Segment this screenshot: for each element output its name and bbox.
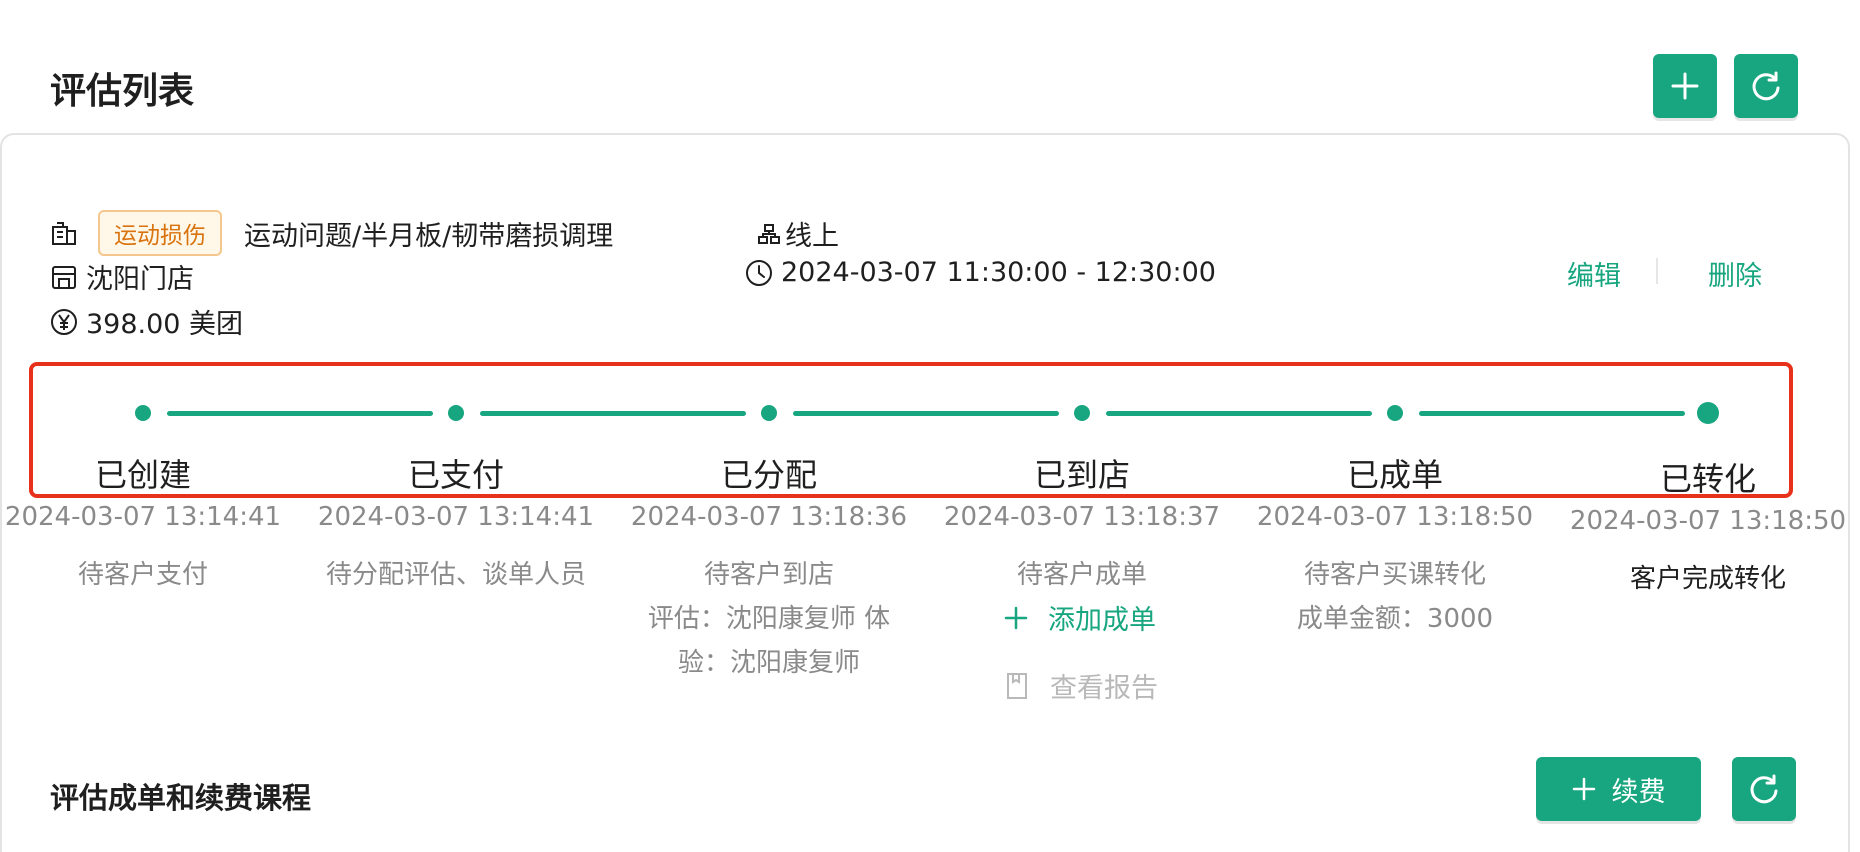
deal-amount: 成单金额：3000 [1296, 604, 1494, 634]
time-row: 2024-03-07 11:30:00 - 12:30:00 [745, 257, 1216, 288]
step-desc-1: 待客户支付 [77, 560, 209, 590]
step-desc-6: 客户完成转化 [1629, 564, 1787, 594]
step-time-4: 2024-03-07 13:18:37 [943, 502, 1221, 532]
store-name: 沈阳门店 [86, 264, 194, 295]
step-time-3: 2024-03-07 13:18:36 [630, 502, 908, 532]
step-desc-4: 待客户成单 [1016, 560, 1148, 590]
refresh-icon [1752, 71, 1780, 101]
step-time-6: 2024-03-07 13:18:50 [1569, 506, 1847, 536]
add-deal-link[interactable]: 添加成单 [1004, 598, 1156, 637]
add-deal-label: 添加成单 [1048, 605, 1156, 636]
building-icon [50, 219, 78, 247]
view-report-label: 查看报告 [1050, 673, 1158, 704]
plus-icon [1671, 72, 1699, 100]
step-assignee-line-2: 验：沈阳康复师 [677, 648, 861, 678]
network-icon [757, 222, 781, 246]
category-tag: 运动损伤 [98, 210, 222, 256]
yen-icon [50, 308, 78, 336]
refresh-icon [1750, 774, 1778, 804]
refresh-button[interactable] [1734, 54, 1798, 118]
store-row: 沈阳门店 [50, 257, 194, 296]
renew-button[interactable]: 续费 [1536, 757, 1701, 821]
section-title: 评估成单和续费课程 [50, 781, 312, 815]
step-assignee-line-1: 评估：沈阳康复师 体 [647, 604, 891, 634]
add-button[interactable] [1653, 54, 1717, 118]
price-row: 398.00 美团 [50, 302, 243, 341]
step-desc-2: 待分配评估、谈单人员 [325, 560, 587, 590]
time-range: 2024-03-07 11:30:00 - 12:30:00 [781, 257, 1216, 288]
step-desc-3: 待客户到店 [703, 560, 835, 590]
edit-button[interactable]: 编辑 [1567, 254, 1621, 293]
refresh-courses-button[interactable] [1732, 757, 1796, 821]
plus-icon [1572, 777, 1595, 801]
clock-icon [745, 259, 773, 287]
mode-row: 线上 [757, 214, 839, 253]
step-time-5: 2024-03-07 13:18:50 [1256, 502, 1534, 532]
page: 评估列表 运动损伤 运动问题/半月板/韧带磨损调理 沈阳门店 398.00 美团… [0, 0, 1860, 852]
service-row: 运动损伤 运动问题/半月板/韧带磨损调理 [50, 210, 613, 256]
step-desc-5: 待客户买课转化 [1303, 560, 1487, 590]
service-title: 运动问题/半月板/韧带磨损调理 [244, 220, 614, 252]
price-value: 398.00 美团 [86, 309, 244, 340]
mode-value: 线上 [785, 221, 839, 252]
view-report-link[interactable]: 查看报告 [1006, 666, 1158, 705]
page-title: 评估列表 [50, 71, 195, 112]
plus-icon [1004, 606, 1028, 629]
step-time-2: 2024-03-07 13:14:41 [317, 502, 595, 532]
step-time-1: 2024-03-07 13:14:41 [4, 502, 282, 532]
store-icon [50, 263, 78, 291]
action-divider [1656, 258, 1658, 284]
renew-label: 续费 [1611, 776, 1666, 808]
delete-button[interactable]: 删除 [1708, 254, 1762, 293]
document-icon [1007, 672, 1027, 699]
highlight-box [29, 362, 1793, 498]
